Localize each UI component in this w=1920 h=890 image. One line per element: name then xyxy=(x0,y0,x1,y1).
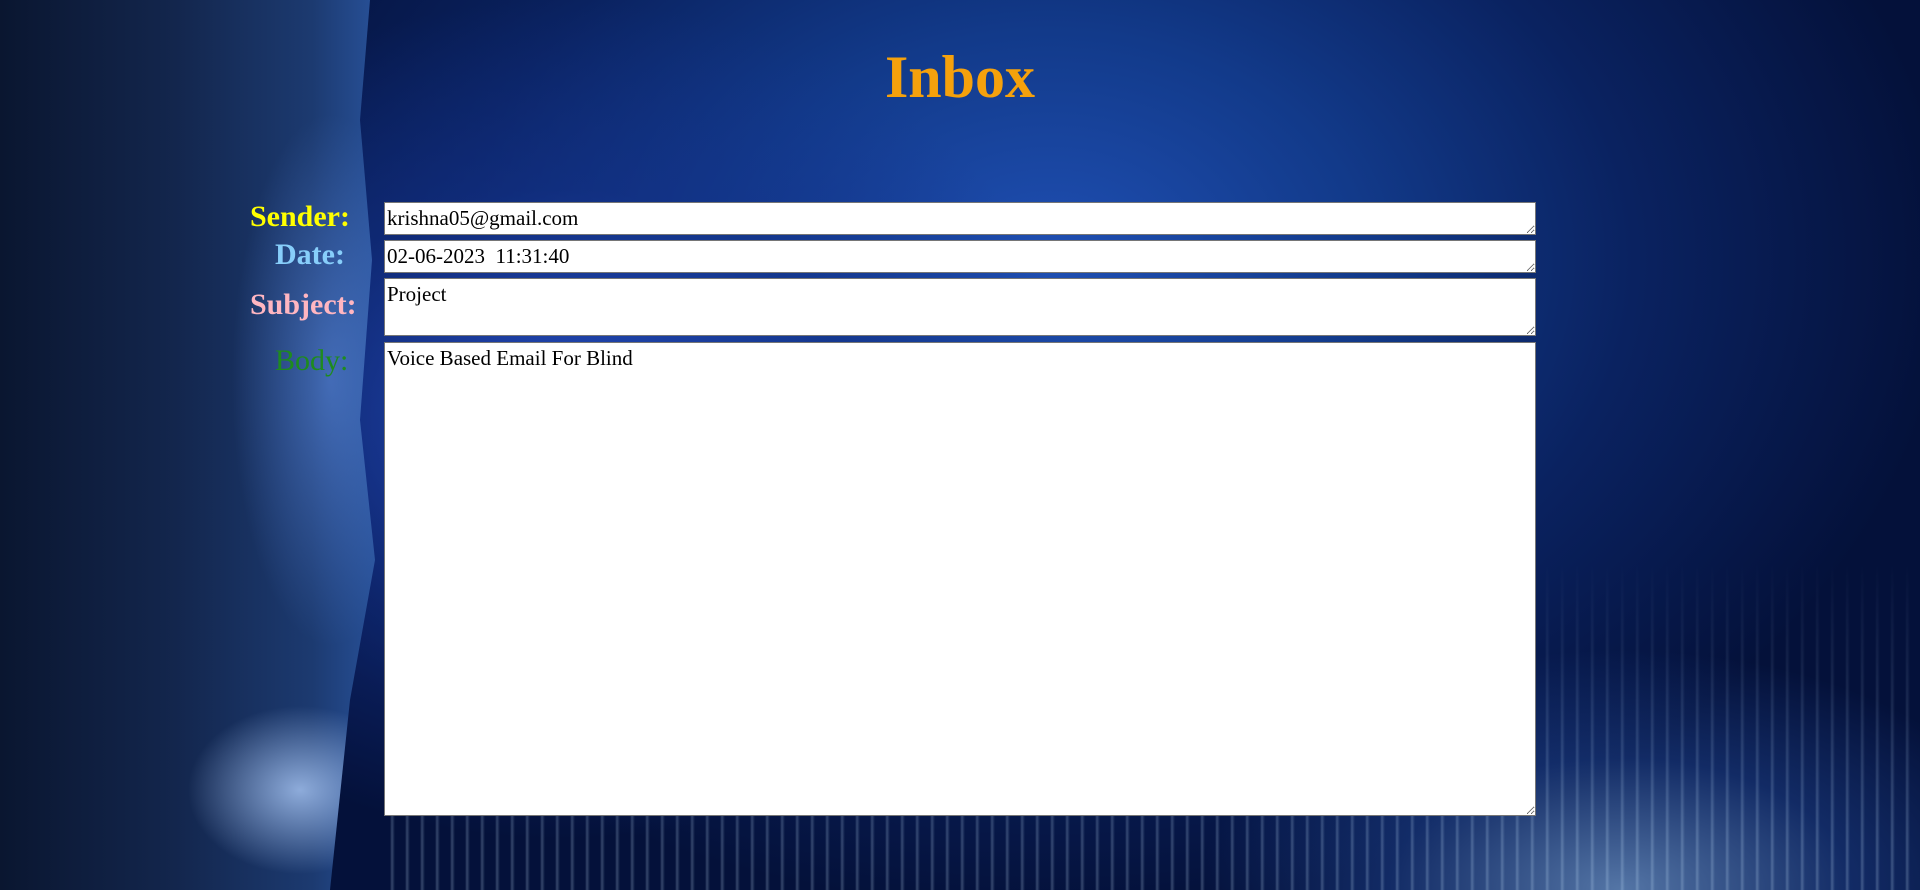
sender-field[interactable]: krishna05@gmail.com xyxy=(384,202,1536,235)
body-label: Body: xyxy=(275,344,349,377)
date-label: Date: xyxy=(275,238,345,271)
sender-label: Sender: xyxy=(250,200,350,233)
subject-field[interactable]: Project xyxy=(384,278,1536,336)
date-field[interactable]: 02-06-2023 11:31:40 xyxy=(384,240,1536,273)
page-title: Inbox xyxy=(884,44,1036,110)
subject-label: Subject: xyxy=(250,288,357,321)
background-face-image xyxy=(0,0,375,890)
body-field[interactable]: Voice Based Email For Blind xyxy=(384,342,1536,816)
